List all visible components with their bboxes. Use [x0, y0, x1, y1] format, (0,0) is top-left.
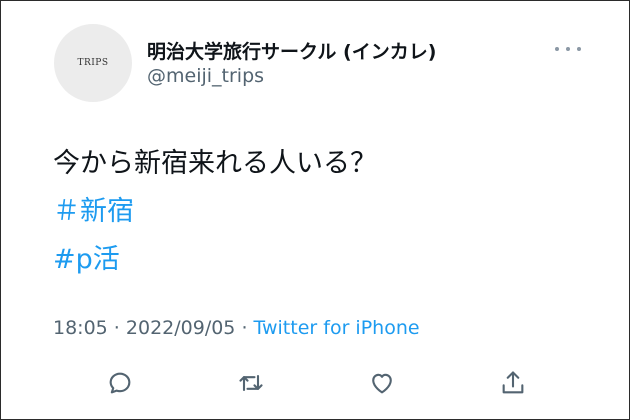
tweet-source-link[interactable]: Twitter for iPhone	[254, 317, 420, 339]
display-name[interactable]: 明治大学旅行サークル (インカレ)	[147, 37, 436, 64]
meta-separator: ·	[235, 317, 254, 339]
more-horizontal-icon[interactable]	[555, 39, 581, 59]
tweet-meta: 18:05 · 2022/09/05 · Twitter for iPhone	[53, 317, 420, 339]
hashtag-link[interactable]: #p活	[53, 237, 120, 276]
tweet-date[interactable]: 2022/09/05	[126, 317, 236, 339]
share-icon[interactable]	[497, 367, 529, 399]
action-bar	[1, 363, 630, 403]
retweet-icon[interactable]	[235, 367, 267, 399]
meta-separator: ·	[107, 317, 126, 339]
tweet-time[interactable]: 18:05	[53, 317, 108, 339]
user-handle[interactable]: @meiji_trips	[147, 65, 264, 87]
hashtag-link[interactable]: ＃新宿	[53, 189, 134, 228]
avatar[interactable]: TRIPS	[54, 24, 132, 102]
heart-icon[interactable]	[366, 367, 398, 399]
avatar-logo-text: TRIPS	[77, 58, 109, 68]
tweet-card: TRIPS 明治大学旅行サークル (インカレ) @meiji_trips 今から…	[0, 0, 630, 420]
tweet-text: 今から新宿来れる人いる？	[53, 148, 377, 179]
reply-icon[interactable]	[104, 367, 136, 399]
